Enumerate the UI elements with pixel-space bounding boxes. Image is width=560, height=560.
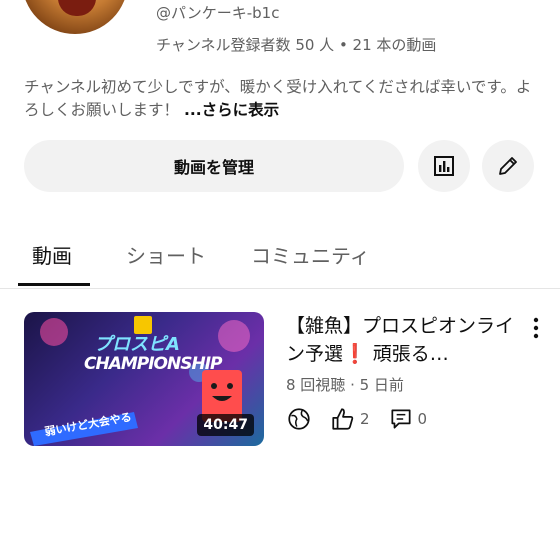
video-list-item[interactable]: プロスピA CHAMPIONSHIP 弱いけど大会やる 40:47 【雑魚】プロ… bbox=[0, 312, 560, 446]
manage-videos-button[interactable]: 動画を管理 bbox=[24, 140, 404, 192]
comments-stat: 0 bbox=[388, 406, 428, 432]
visibility-public bbox=[286, 406, 312, 432]
video-title[interactable]: 【雑魚】プロスピオンライン予選❗ 頑張る… bbox=[286, 312, 514, 368]
tab-community[interactable]: コミュニティ bbox=[251, 240, 370, 269]
tab-shorts[interactable]: ショート bbox=[126, 240, 206, 269]
likes-stat: 2 bbox=[330, 406, 370, 432]
thumbnail-logo-line2: CHAMPIONSHIP bbox=[84, 354, 222, 374]
avatar-mouth bbox=[58, 0, 96, 16]
thumbs-up-icon bbox=[332, 408, 354, 430]
video-meta: 8 回視聴 · 5 日前 bbox=[286, 376, 404, 394]
comment-icon bbox=[391, 409, 411, 429]
channel-tabs: 動画 ショート コミュニティ bbox=[0, 222, 560, 289]
channel-description: チャンネル初めて少しですが、暖かく受け入れてくだされば幸いです。よろしくお願いし… bbox=[24, 76, 540, 122]
show-more-link[interactable]: ...さらに表示 bbox=[184, 101, 279, 119]
channel-handle: @パンケーキ-b1c bbox=[156, 4, 280, 22]
tab-videos[interactable]: 動画 bbox=[32, 240, 72, 269]
pencil-icon bbox=[499, 157, 517, 175]
globe-icon bbox=[288, 408, 310, 430]
likes-count: 2 bbox=[360, 410, 370, 428]
video-thumbnail[interactable]: プロスピA CHAMPIONSHIP 弱いけど大会やる 40:47 bbox=[24, 312, 264, 446]
active-tab-indicator bbox=[18, 283, 90, 286]
comments-count: 0 bbox=[417, 410, 428, 428]
channel-avatar[interactable] bbox=[22, 0, 128, 34]
thumbnail-logo-line1: プロスピA bbox=[94, 334, 180, 355]
more-options-button[interactable] bbox=[526, 314, 546, 342]
analytics-icon bbox=[434, 156, 454, 176]
video-duration: 40:47 bbox=[197, 414, 254, 436]
edit-channel-button[interactable] bbox=[482, 140, 534, 192]
kebab-icon bbox=[533, 317, 539, 339]
analytics-button[interactable] bbox=[418, 140, 470, 192]
video-actions: 2 0 bbox=[286, 404, 445, 434]
channel-stats: チャンネル登録者数 50 人 • 21 本の動画 bbox=[156, 36, 437, 54]
